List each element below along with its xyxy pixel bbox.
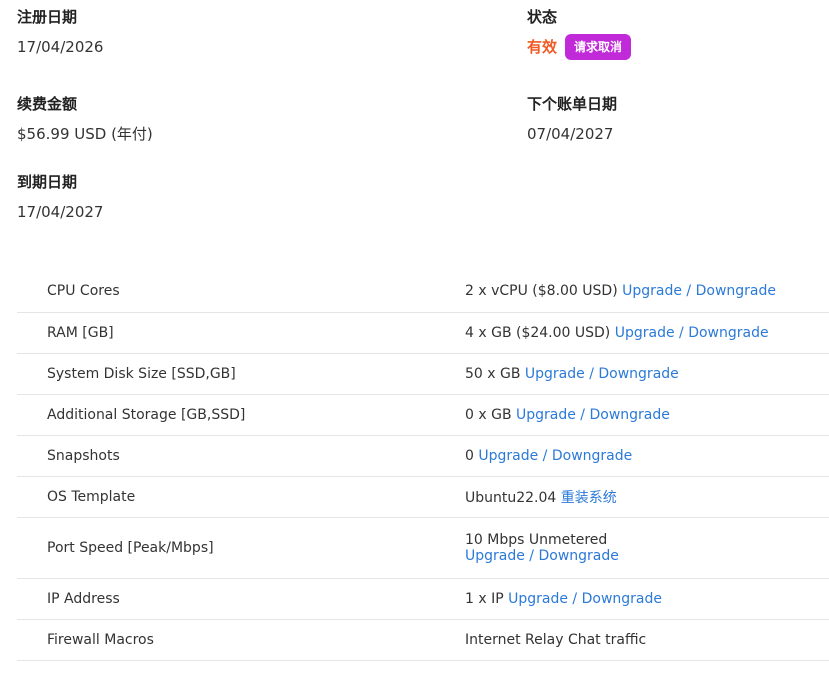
registration-date-field: 注册日期 17/04/2026 (17, 7, 103, 57)
option-row-ip-address: IP Address 1 x IP Upgrade / Downgrade (17, 578, 829, 620)
option-name: Additional Storage [GB,SSD] (17, 394, 465, 436)
option-value: 50 x GB (465, 365, 521, 382)
option-row-additional-storage: Additional Storage [GB,SSD] 0 x GB Upgra… (17, 394, 829, 436)
renewal-amount-value: $56.99 USD (年付) (17, 125, 153, 143)
registration-date-value: 17/04/2026 (17, 38, 104, 56)
option-value: Internet Relay Chat traffic (465, 631, 647, 648)
upgrade-downgrade-link[interactable]: Upgrade / Downgrade (516, 407, 670, 423)
request-cancel-button[interactable]: 请求取消 (565, 34, 632, 60)
configurable-options-table: CPU Cores 2 x vCPU ($8.00 USD) Upgrade /… (17, 271, 829, 661)
option-name: Firewall Macros (17, 619, 465, 661)
option-value-cell: 10 Mbps Unmetered Upgrade / Downgrade (465, 517, 829, 579)
option-row-cpu: CPU Cores 2 x vCPU ($8.00 USD) Upgrade /… (17, 271, 829, 313)
reinstall-os-link[interactable]: 重装系统 (561, 490, 617, 506)
option-row-firewall-macros: Firewall Macros Internet Relay Chat traf… (17, 619, 829, 661)
upgrade-downgrade-link[interactable]: Upgrade / Downgrade (465, 548, 619, 564)
option-value: 4 x GB ($24.00 USD) (465, 324, 611, 341)
next-due-date-value: 07/04/2027 (527, 125, 614, 143)
option-value: 1 x IP (465, 590, 504, 607)
option-value: 0 x GB (465, 406, 512, 423)
expiry-date-label: 到期日期 (17, 173, 78, 191)
option-value-cell: 4 x GB ($24.00 USD) Upgrade / Downgrade (465, 312, 829, 354)
option-name: RAM [GB] (17, 312, 465, 354)
option-value-cell: 2 x vCPU ($8.00 USD) Upgrade / Downgrade (465, 271, 829, 313)
option-value-cell: 1 x IP Upgrade / Downgrade (465, 578, 829, 620)
option-row-system-disk: System Disk Size [SSD,GB] 50 x GB Upgrad… (17, 353, 829, 395)
option-row-os-template: OS Template Ubuntu22.04 重装系统 (17, 476, 829, 518)
option-row-port-speed: Port Speed [Peak/Mbps] 10 Mbps Unmetered… (17, 517, 829, 579)
option-value-cell: 0 x GB Upgrade / Downgrade (465, 394, 829, 436)
option-name: Port Speed [Peak/Mbps] (17, 517, 465, 579)
status-field: 状态 有效 请求取消 (527, 7, 632, 60)
option-value-cell: 0 Upgrade / Downgrade (465, 435, 829, 477)
option-name: System Disk Size [SSD,GB] (17, 353, 465, 395)
option-name: CPU Cores (17, 271, 465, 313)
option-name: IP Address (17, 578, 465, 620)
upgrade-downgrade-link[interactable]: Upgrade / Downgrade (525, 366, 679, 382)
option-name: Snapshots (17, 435, 465, 477)
next-due-date-label: 下个账单日期 (527, 95, 618, 113)
registration-date-label: 注册日期 (17, 8, 78, 26)
option-row-snapshots: Snapshots 0 Upgrade / Downgrade (17, 435, 829, 477)
renewal-amount-label: 续费金额 (17, 95, 78, 113)
upgrade-downgrade-link[interactable]: Upgrade / Downgrade (508, 591, 662, 607)
option-name: OS Template (17, 476, 465, 518)
option-value-cell: 50 x GB Upgrade / Downgrade (465, 353, 829, 395)
option-value: 2 x vCPU ($8.00 USD) (465, 283, 618, 300)
option-row-ram: RAM [GB] 4 x GB ($24.00 USD) Upgrade / D… (17, 312, 829, 354)
expiry-date-field: 到期日期 17/04/2027 (17, 172, 103, 222)
upgrade-downgrade-link[interactable]: Upgrade / Downgrade (615, 325, 769, 341)
upgrade-downgrade-link[interactable]: Upgrade / Downgrade (622, 283, 776, 299)
option-value: 10 Mbps Unmetered (465, 531, 608, 548)
expiry-date-value: 17/04/2027 (17, 203, 104, 221)
status-value: 有效 (527, 38, 558, 56)
option-value: Ubuntu22.04 (465, 489, 557, 506)
option-value: 0 (465, 447, 474, 464)
option-value-cell: Ubuntu22.04 重装系统 (465, 476, 829, 518)
upgrade-downgrade-link[interactable]: Upgrade / Downgrade (478, 448, 632, 464)
status-label: 状态 (527, 8, 558, 26)
renewal-amount-field: 续费金额 $56.99 USD (年付) (17, 94, 153, 144)
option-value-cell: Internet Relay Chat traffic (465, 619, 829, 661)
next-due-date-field: 下个账单日期 07/04/2027 (527, 94, 617, 144)
